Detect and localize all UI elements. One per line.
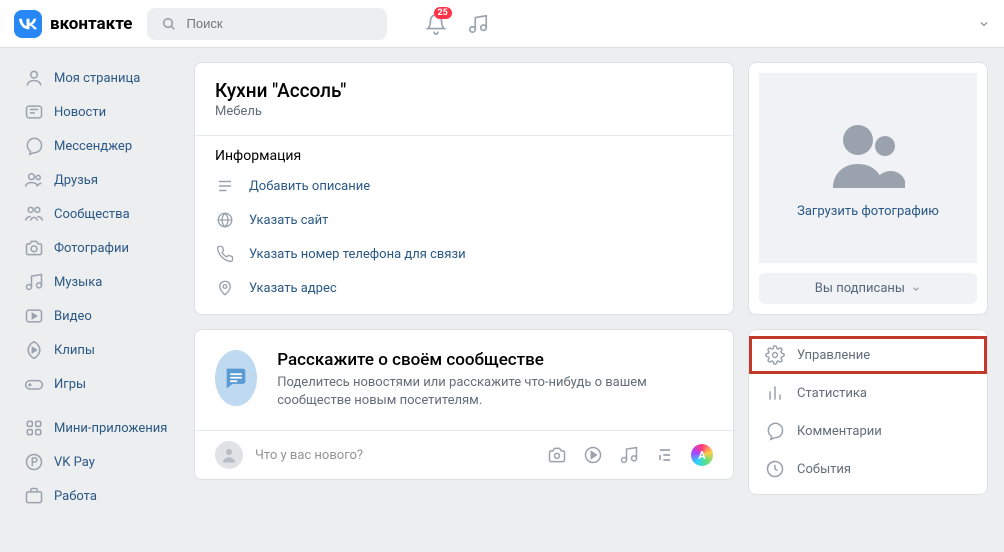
sidebar-item-video[interactable]: Видео (16, 300, 180, 332)
add-phone-link[interactable]: Указать номер телефона для связи (215, 244, 713, 264)
brand-text: вконтакте (50, 14, 133, 34)
sidebar-item-messenger[interactable]: Мессенджер (16, 130, 180, 162)
stats-link[interactable]: Статистика (749, 374, 987, 412)
add-address-link[interactable]: Указать адрес (215, 278, 713, 298)
silhouette-icon (823, 118, 913, 188)
globe-icon (215, 210, 235, 230)
phone-icon (215, 244, 235, 264)
games-icon (24, 374, 44, 394)
about-card: Расскажите о своём сообществе Поделитесь… (194, 329, 734, 480)
manage-link[interactable]: Управление (749, 336, 987, 374)
logo-icon (14, 10, 42, 38)
sidebar-item-clips[interactable]: Клипы (16, 334, 180, 366)
add-site-link[interactable]: Указать сайт (215, 210, 713, 230)
logo[interactable]: вконтакте (14, 10, 133, 38)
sidebar-item-work[interactable]: Работа (16, 480, 180, 512)
composer-switch-avatar[interactable]: A (691, 444, 713, 466)
attach-photo-icon[interactable] (547, 445, 567, 465)
user-icon (24, 68, 44, 88)
upload-photo-label: Загрузить фотографию (797, 204, 939, 219)
sidebar: Моя страница Новости Мессенджер Друзья С… (16, 62, 180, 512)
main-column: Кухни "Ассоль" Мебель Информация Добавит… (194, 62, 734, 480)
upload-photo-area[interactable]: Загрузить фотографию (759, 73, 977, 263)
events-link[interactable]: События (749, 450, 987, 488)
page-category: Мебель (215, 104, 713, 119)
music-icon (24, 272, 44, 292)
account-menu-button[interactable] (978, 18, 990, 30)
search-box[interactable] (147, 8, 387, 40)
sidebar-item-news[interactable]: Новости (16, 96, 180, 128)
sidebar-item-communities[interactable]: Сообщества (16, 198, 180, 230)
news-icon (24, 102, 44, 122)
about-title: Расскажите о своём сообществе (277, 350, 713, 370)
attach-video-icon[interactable] (583, 445, 603, 465)
notifications-button[interactable]: 25 (425, 13, 447, 35)
attach-music-icon[interactable] (619, 445, 639, 465)
post-composer[interactable]: Что у вас нового? A (195, 430, 733, 479)
video-icon (24, 306, 44, 326)
camera-icon (24, 238, 44, 258)
search-input[interactable] (187, 16, 375, 31)
info-list: Добавить описание Указать сайт Указать н… (195, 168, 733, 314)
text-icon (215, 176, 235, 196)
attach-article-icon[interactable] (655, 445, 675, 465)
header-icons: 25 (425, 13, 489, 35)
management-card: Управление Статистика Комментарии Событи… (748, 329, 988, 495)
chat-icon (24, 136, 44, 156)
sidebar-item-mini-apps[interactable]: Мини-приложения (16, 412, 180, 444)
search-icon (159, 14, 179, 34)
profile-header: Кухни "Ассоль" Мебель (195, 63, 733, 136)
comments-link[interactable]: Комментарии (749, 412, 987, 450)
header: вконтакте 25 (0, 0, 1004, 48)
page-title: Кухни "Ассоль" (215, 79, 713, 102)
apps-icon (24, 418, 44, 438)
composer-placeholder[interactable]: Что у вас нового? (255, 448, 535, 463)
about-desc: Поделитесь новостями или расскажите что-… (277, 374, 713, 410)
sidebar-item-photos[interactable]: Фотографии (16, 232, 180, 264)
about-icon (215, 350, 257, 406)
sidebar-item-my-page[interactable]: Моя страница (16, 62, 180, 94)
friends-icon (24, 170, 44, 190)
sidebar-item-music[interactable]: Музыка (16, 266, 180, 298)
communities-icon (24, 204, 44, 224)
notif-badge: 25 (434, 7, 452, 19)
comments-icon (765, 421, 785, 441)
gear-icon (765, 345, 785, 365)
pay-icon (24, 452, 44, 472)
sidebar-item-games[interactable]: Игры (16, 368, 180, 400)
composer-avatar (215, 441, 243, 469)
right-column: Загрузить фотографию Вы подписаны Управл… (748, 62, 988, 495)
music-button[interactable] (467, 13, 489, 35)
subscribed-button[interactable]: Вы подписаны (759, 273, 977, 304)
add-description-link[interactable]: Добавить описание (215, 176, 713, 196)
photo-card: Загрузить фотографию Вы подписаны (748, 62, 988, 315)
sidebar-item-friends[interactable]: Друзья (16, 164, 180, 196)
sidebar-item-vkpay[interactable]: VK Pay (16, 446, 180, 478)
events-icon (765, 459, 785, 479)
briefcase-icon (24, 486, 44, 506)
stats-icon (765, 383, 785, 403)
location-icon (215, 278, 235, 298)
info-section-label: Информация (195, 136, 733, 168)
profile-card: Кухни "Ассоль" Мебель Информация Добавит… (194, 62, 734, 315)
clips-icon (24, 340, 44, 360)
